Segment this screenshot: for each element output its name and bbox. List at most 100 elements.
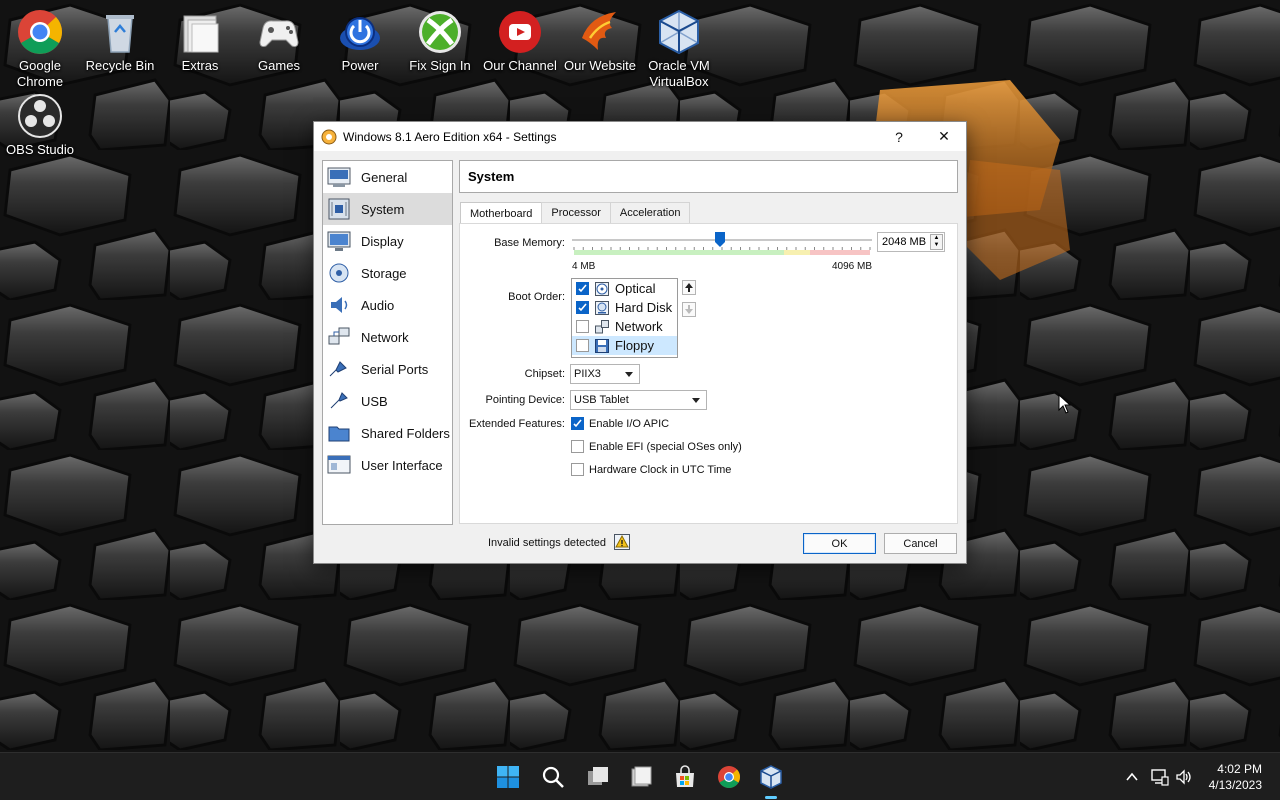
desktop-icon-obs-studio[interactable]: OBS Studio: [0, 92, 80, 158]
floppy-icon: [595, 338, 609, 353]
sidebar-item-general[interactable]: General: [323, 161, 452, 193]
boot-item-label: Network: [615, 319, 663, 334]
game-controller-icon: [259, 20, 299, 47]
sidebar-item-usb[interactable]: USB: [323, 385, 452, 417]
arrow-up-icon: [685, 283, 693, 292]
desktop-icon-recycle-bin[interactable]: Recycle Bin: [80, 8, 160, 74]
boot-item-floppy[interactable]: Floppy: [572, 336, 677, 355]
mouse-cursor-icon: [1058, 394, 1072, 414]
enable-efi-option[interactable]: Enable EFI (special OSes only): [571, 440, 742, 453]
start-windows-icon[interactable]: [496, 765, 520, 789]
hard-disk-icon: [595, 300, 609, 315]
dialog-title: Windows 8.1 Aero Edition x64 - Settings: [343, 129, 557, 144]
sidebar-item-user-interface[interactable]: User Interface: [323, 449, 452, 481]
spin-arrows-icon[interactable]: ▲ ▼: [930, 234, 943, 250]
sidebar-item-network[interactable]: Network: [323, 321, 452, 353]
sidebar-item-label: General: [361, 169, 408, 185]
storage-icon: [329, 263, 349, 283]
extended-features-label: Extended Features:: [468, 418, 565, 430]
cancel-button[interactable]: Cancel: [884, 533, 957, 554]
boot-hard-disk-checkbox[interactable]: [576, 301, 589, 314]
desktop-icon-our-website[interactable]: Our Website: [560, 8, 640, 74]
chevron-up-icon[interactable]: [1125, 770, 1139, 784]
check-icon: [578, 284, 587, 293]
enable-io-apic-option[interactable]: Enable I/O APIC: [571, 417, 669, 430]
page-title: System: [459, 160, 958, 193]
volume-icon[interactable]: [1175, 768, 1193, 786]
desktop-icon-fix-sign-in[interactable]: Fix Sign In: [400, 8, 480, 74]
chipset-select[interactable]: PIIX3: [570, 364, 640, 384]
sidebar-item-audio[interactable]: Audio: [323, 289, 452, 321]
desktop-icon-games[interactable]: Games: [239, 8, 319, 74]
boot-floppy-checkbox[interactable]: [576, 339, 589, 352]
base-memory-spinbox[interactable]: 2048 MB ▲ ▼: [877, 232, 945, 252]
user-interface-icon: [327, 455, 351, 474]
help-button[interactable]: ?: [877, 122, 921, 151]
folder-icon: [183, 15, 219, 53]
check-icon: [578, 303, 587, 312]
desktop-icon-power[interactable]: Power: [320, 8, 400, 74]
sidebar-item-label: Shared Folders: [361, 425, 450, 441]
dialog-titlebar[interactable]: Windows 8.1 Aero Edition x64 - Settings …: [314, 122, 966, 151]
hardware-clock-utc-option[interactable]: Hardware Clock in UTC Time: [571, 463, 731, 476]
tab-motherboard[interactable]: Motherboard: [460, 202, 543, 224]
memory-max-label: 4096 MB: [832, 261, 873, 272]
sidebar-item-storage[interactable]: Storage: [323, 257, 452, 289]
chevron-down-icon: [625, 372, 633, 377]
audio-icon: [331, 297, 348, 313]
pointing-device-value: USB Tablet: [574, 394, 629, 406]
settings-dialog: Windows 8.1 Aero Edition x64 - Settings …: [313, 121, 967, 564]
close-icon: ✕: [938, 128, 950, 144]
move-up-button[interactable]: [682, 280, 696, 295]
desktop-icon-oracle-vm-virtualbox[interactable]: Oracle VM VirtualBox: [639, 8, 719, 90]
enable-io-apic-checkbox[interactable]: [571, 417, 584, 430]
move-down-button[interactable]: [682, 302, 696, 317]
sidebar-item-system[interactable]: System: [323, 193, 452, 225]
ok-button[interactable]: OK: [803, 533, 876, 554]
sidebar-item-display[interactable]: Display: [323, 225, 452, 257]
sidebar-item-label: System: [361, 201, 405, 217]
shared-folders-icon: [328, 426, 350, 442]
desktop-icon-our-channel[interactable]: Our Channel: [480, 8, 560, 74]
enable-efi-checkbox[interactable]: [571, 440, 584, 453]
tab-acceleration[interactable]: Acceleration: [609, 202, 691, 223]
pointing-device-select[interactable]: USB Tablet: [570, 390, 707, 410]
sidebar-item-shared-folders[interactable]: Shared Folders: [323, 417, 452, 449]
boot-item-optical[interactable]: Optical: [572, 279, 677, 298]
hardware-clock-utc-checkbox[interactable]: [571, 463, 584, 476]
memory-min-label: 4 MB: [572, 261, 596, 272]
store-icon[interactable]: [673, 765, 697, 789]
sidebar-item-label: Serial Ports: [361, 361, 429, 377]
boot-item-network[interactable]: Network: [572, 317, 677, 336]
check-icon: [573, 419, 582, 428]
slider-handle[interactable]: [715, 232, 725, 247]
sidebar-item-label: USB: [361, 393, 388, 409]
desktop-icon-extras[interactable]: Extras: [160, 8, 240, 74]
sidebar-item-serial-ports[interactable]: Serial Ports: [323, 353, 452, 385]
close-button[interactable]: ✕: [922, 122, 966, 151]
optical-disc-icon: [595, 281, 609, 296]
sidebar-item-label: Audio: [361, 297, 395, 313]
network-status-icon[interactable]: [1151, 768, 1169, 786]
search-icon[interactable]: [541, 765, 565, 789]
chrome-icon[interactable]: [717, 765, 741, 789]
boot-order-list: Optical Hard Disk Network Floppy: [571, 278, 678, 358]
enable-efi-label: Enable EFI (special OSes only): [589, 440, 742, 453]
boot-item-hard-disk[interactable]: Hard Disk: [572, 298, 677, 317]
chevron-down-icon: [692, 398, 700, 403]
file-explorer-icon[interactable]: [629, 765, 653, 789]
display-icon: [327, 231, 351, 251]
obs-icon: [18, 94, 62, 138]
boot-network-checkbox[interactable]: [576, 320, 589, 333]
tab-processor[interactable]: Processor: [541, 202, 611, 223]
enable-io-apic-label: Enable I/O APIC: [589, 417, 670, 430]
task-view-icon[interactable]: [586, 765, 610, 789]
boot-order-label: Boot Order:: [508, 291, 565, 303]
base-memory-slider[interactable]: [570, 230, 874, 260]
boot-item-label: Hard Disk: [615, 300, 673, 315]
desktop-icon-google-chrome[interactable]: Google Chrome: [0, 8, 80, 90]
system-clock[interactable]: 4:02 PM 4/13/2023: [1192, 761, 1262, 793]
warning-icon[interactable]: [614, 534, 630, 550]
virtualbox-icon[interactable]: [759, 765, 783, 789]
boot-optical-checkbox[interactable]: [576, 282, 589, 295]
